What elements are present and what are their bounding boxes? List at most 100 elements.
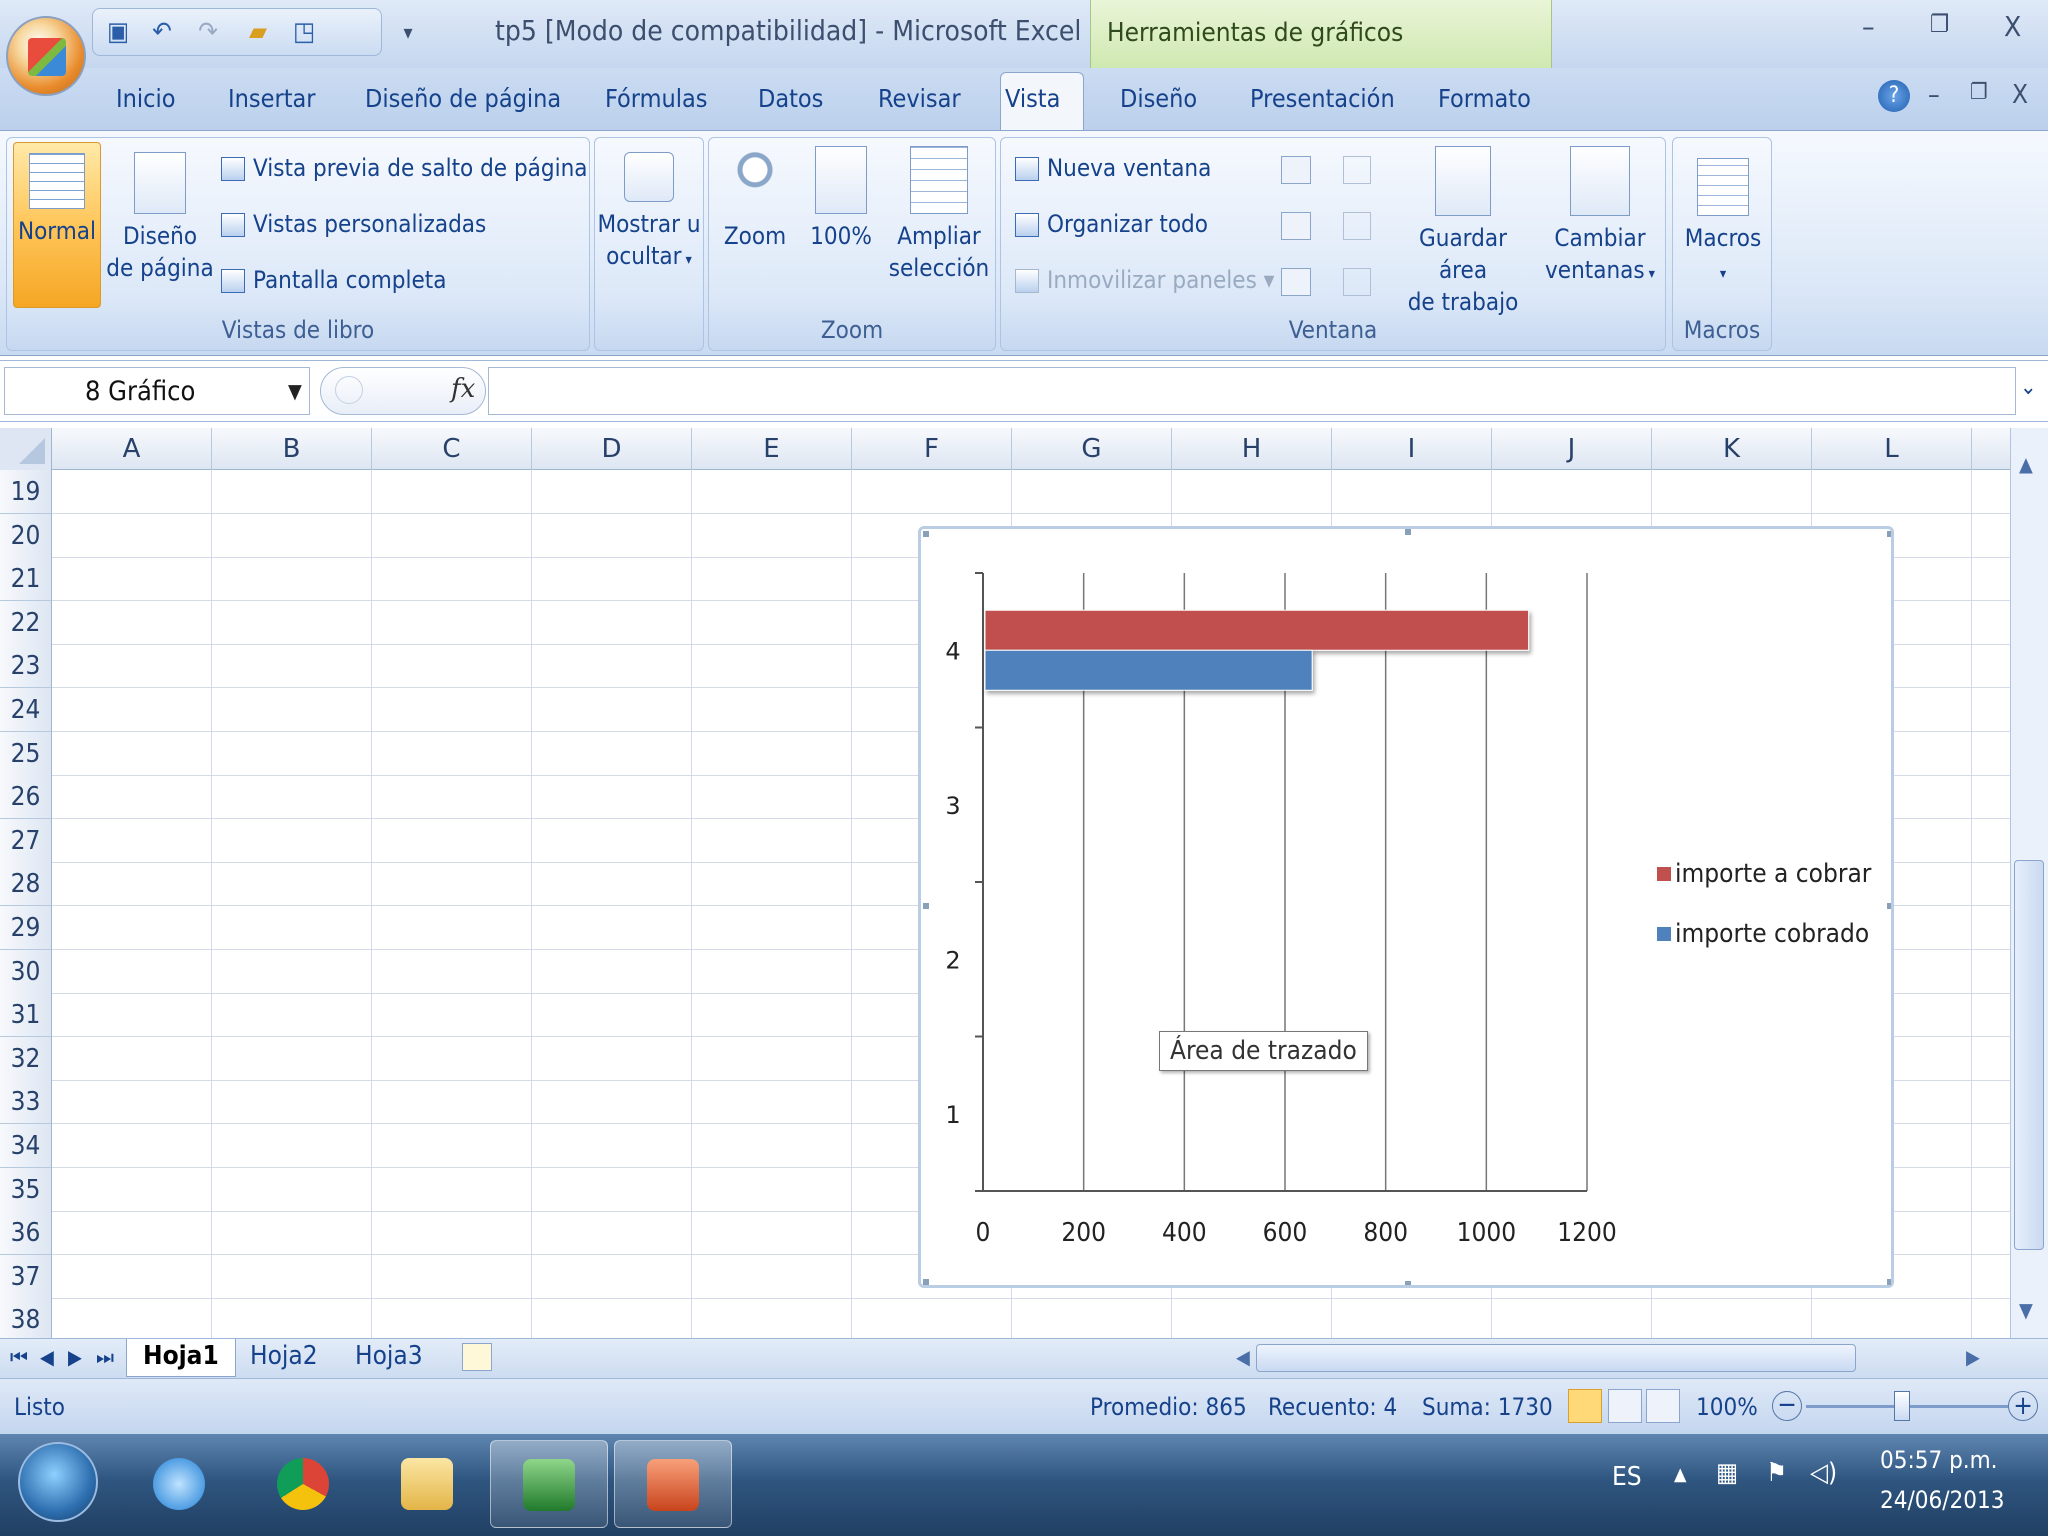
col-header-h[interactable]: H (1172, 428, 1332, 470)
tab-diseno[interactable]: Diseño (1120, 84, 1197, 113)
restore-button[interactable]: ❐ (1930, 10, 1949, 38)
normal-view-status-icon[interactable] (1568, 1389, 1602, 1423)
col-header-i[interactable]: I (1332, 428, 1492, 470)
insert-function-icon[interactable]: fx (451, 374, 475, 404)
name-box-dropdown-icon[interactable]: ▼ (288, 379, 302, 403)
normal-view-button[interactable]: Normal (13, 142, 101, 308)
volume-icon[interactable]: ◁) (1810, 1458, 1837, 1488)
sheet-tab-hoja1[interactable]: Hoja1 (143, 1341, 219, 1371)
resize-handle[interactable] (1887, 903, 1891, 909)
split-icon[interactable] (1281, 156, 1311, 184)
col-header-k[interactable]: K (1652, 428, 1812, 470)
y-tick-label[interactable]: 1 (945, 1101, 960, 1129)
row-header[interactable]: 36 (0, 1211, 52, 1256)
undo-icon[interactable]: ↶ (147, 17, 177, 47)
network-icon[interactable]: ▦ (1716, 1458, 1738, 1488)
x-tick-label[interactable]: 0 (976, 1218, 991, 1248)
new-window-button[interactable]: Nueva ventana (1015, 152, 1211, 184)
custom-views-button[interactable]: Vistas personalizadas (221, 208, 486, 240)
taskbar-excel[interactable] (490, 1440, 608, 1528)
row-header[interactable]: 32 (0, 1036, 52, 1081)
language-indicator[interactable]: ES (1612, 1462, 1642, 1492)
legend-item-importe-a-cobrar[interactable]: importe a cobrar (1657, 859, 1871, 889)
taskbar-ie[interactable] (128, 1440, 228, 1528)
zoom-in-icon[interactable]: + (2008, 1391, 2038, 1421)
row-header[interactable]: 28 (0, 862, 52, 907)
row-header[interactable]: 25 (0, 731, 52, 776)
reset-position-icon[interactable] (1343, 268, 1371, 296)
chart-legend[interactable]: importe a cobrar importe cobrado (1657, 859, 1871, 979)
resize-handle[interactable] (1405, 529, 1411, 535)
scroll-right-icon[interactable]: ▶ (1966, 1345, 1980, 1369)
y-tick-label[interactable]: 3 (945, 792, 960, 820)
clock-date[interactable]: 24/06/2013 (1880, 1486, 2004, 1514)
y-tick-label[interactable]: 4 (945, 637, 960, 665)
col-header-f[interactable]: F (852, 428, 1012, 470)
show-hide-button[interactable]: Mostrar u ocultar ▾ (597, 152, 701, 276)
taskbar-chrome[interactable] (252, 1440, 352, 1528)
row-header[interactable]: 33 (0, 1080, 52, 1125)
scroll-up-icon[interactable]: ▲ (2019, 452, 2033, 476)
x-tick-label[interactable]: 1200 (1557, 1218, 1617, 1248)
clock-time[interactable]: 05:57 p.m. (1880, 1446, 1998, 1474)
legend-item-importe-cobrado[interactable]: importe cobrado (1657, 919, 1871, 949)
switch-windows-button[interactable]: Cambiar ventanas ▾ (1537, 146, 1663, 290)
close-button[interactable]: X (2004, 10, 2021, 43)
x-tick-label[interactable]: 600 (1263, 1218, 1308, 1248)
row-header[interactable]: 38 (0, 1298, 52, 1338)
tab-datos[interactable]: Datos (758, 84, 823, 113)
bar-importe-cobrado-4[interactable] (984, 649, 1313, 691)
tab-insertar[interactable]: Insertar (228, 84, 316, 113)
zoom-button[interactable]: Zoom (713, 146, 797, 252)
expand-formula-icon[interactable]: ⌄ (2020, 375, 2037, 400)
zoom-selection-button[interactable]: Ampliar selección (885, 146, 993, 284)
zoom-level[interactable]: 100% (1696, 1393, 1758, 1421)
col-header-j[interactable]: J (1492, 428, 1652, 470)
arrange-all-button[interactable]: Organizar todo (1015, 208, 1208, 240)
insert-sheet-icon[interactable] (462, 1343, 492, 1371)
col-header-l[interactable]: L (1812, 428, 1972, 470)
resize-handle[interactable] (1405, 1281, 1411, 1285)
vertical-scroll-thumb[interactable] (2014, 860, 2044, 1250)
chart-object[interactable]: 0 200 400 600 800 1000 1200 1 2 3 4 importe a cobr… (918, 526, 1894, 1288)
scroll-down-icon[interactable]: ▼ (2019, 1298, 2033, 1322)
row-header[interactable]: 26 (0, 775, 52, 820)
tab-formato[interactable]: Formato (1438, 84, 1531, 113)
sheet-tab-hoja2[interactable]: Hoja2 (250, 1341, 318, 1371)
page-layout-view-button[interactable]: Diseño de página (105, 152, 215, 284)
y-tick-label[interactable]: 2 (945, 946, 960, 974)
name-box[interactable]: 8 Gráfico (4, 367, 310, 415)
page-break-status-icon[interactable] (1646, 1389, 1680, 1423)
show-hidden-icons-icon[interactable]: ▲ (1674, 1464, 1686, 1485)
open-folder-icon[interactable]: ▰ (243, 17, 273, 47)
row-header[interactable]: 21 (0, 557, 52, 602)
bar-importe-a-cobrar-4[interactable] (984, 609, 1530, 651)
tab-revisar[interactable]: Revisar (878, 84, 961, 113)
save-icon[interactable]: ▣ (103, 17, 133, 47)
full-screen-button[interactable]: Pantalla completa (221, 264, 446, 296)
scroll-left-icon[interactable]: ◀ (1236, 1345, 1250, 1369)
select-all-corner[interactable] (0, 428, 52, 470)
row-header[interactable]: 19 (0, 470, 52, 514)
tab-inicio[interactable]: Inicio (116, 84, 176, 113)
sync-scroll-icon[interactable] (1343, 212, 1371, 240)
resize-handle[interactable] (1887, 531, 1891, 537)
tab-vista[interactable]: Vista (1005, 84, 1060, 113)
row-header[interactable]: 37 (0, 1254, 52, 1299)
col-header-b[interactable]: B (212, 428, 372, 470)
first-sheet-icon[interactable]: ⏮ (10, 1345, 28, 1369)
redo-icon[interactable]: ↷ (193, 17, 223, 47)
resize-handle[interactable] (923, 1279, 929, 1285)
freeze-panes-button[interactable]: Inmovilizar paneles ▾ (1015, 264, 1275, 296)
zoom-100-button[interactable]: 100% (799, 146, 883, 252)
help-icon[interactable]: ? (1878, 80, 1910, 112)
x-tick-label[interactable]: 200 (1061, 1218, 1106, 1248)
function-wizard-icon[interactable] (335, 376, 363, 404)
horizontal-scroll-thumb[interactable] (1256, 1344, 1856, 1372)
last-sheet-icon[interactable]: ⏭ (96, 1345, 114, 1369)
customize-qat-icon[interactable]: ▾ (393, 17, 423, 47)
page-layout-status-icon[interactable] (1608, 1389, 1642, 1423)
resize-handle[interactable] (923, 531, 929, 537)
minimize-button[interactable]: – (1862, 10, 1875, 43)
formula-input[interactable] (488, 367, 2016, 415)
